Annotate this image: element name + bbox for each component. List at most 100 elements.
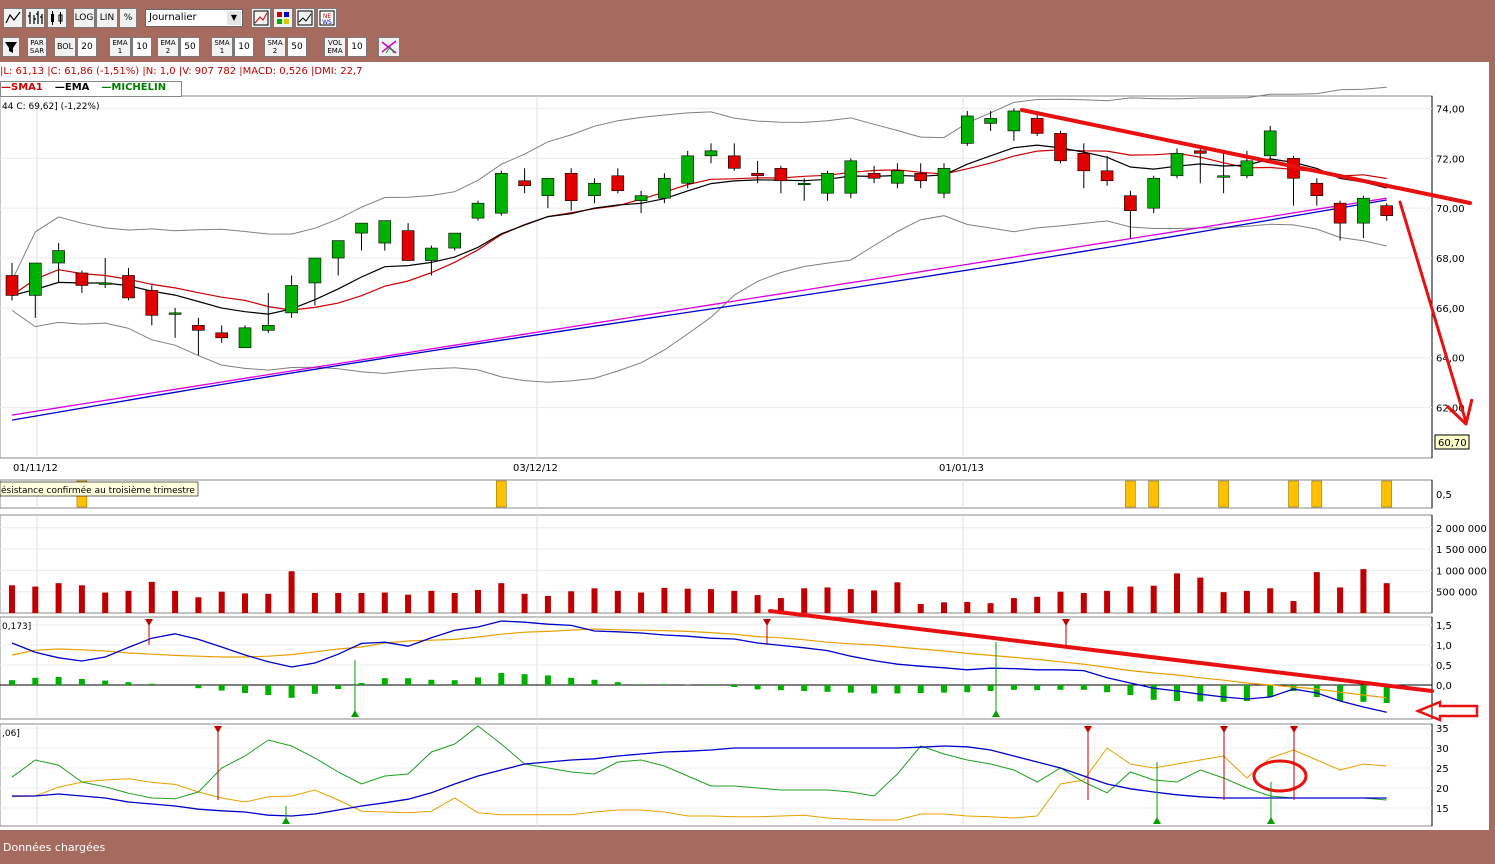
volume-bar — [638, 592, 645, 613]
sma2-period-input[interactable]: 50 — [287, 37, 307, 57]
candle-body — [425, 247, 438, 261]
macd-histogram-bar — [102, 680, 109, 685]
events-frame — [0, 479, 1433, 509]
status-text: Données chargées — [3, 841, 106, 854]
macd-histogram-bar — [1360, 685, 1367, 702]
compare-chart-icon[interactable] — [295, 8, 315, 28]
bar-ohlc-icon[interactable] — [25, 8, 45, 28]
macd-tick-label: 1,5 — [1436, 621, 1452, 632]
volume-bar — [1127, 586, 1134, 613]
macd-histogram-bar — [335, 685, 342, 689]
candle-body — [634, 195, 648, 201]
news-icon[interactable]: NE WS — [317, 8, 337, 28]
candlestick-icon[interactable] — [47, 8, 67, 28]
legend-sma[interactable]: —SMA1 — [1, 82, 49, 93]
sma1-period-input[interactable]: 10 — [234, 37, 254, 57]
bol-button[interactable]: BOL — [54, 37, 76, 57]
date-tick-label: 01/11/12 — [13, 463, 58, 474]
funnel-icon[interactable] — [2, 37, 20, 57]
volume-bar — [1243, 590, 1250, 613]
ema1-period-input[interactable]: 10 — [132, 37, 152, 57]
event-note: ésistance confirmée au troisième trimest… — [1, 485, 195, 496]
macd-histogram-bar — [218, 685, 225, 691]
color-grid-icon[interactable] — [273, 8, 293, 28]
legend-michelin[interactable]: —MICHELIN — [101, 82, 172, 93]
candle-body — [75, 272, 89, 286]
candle-body — [238, 327, 252, 349]
period-select[interactable]: Journalier ▼ — [145, 9, 243, 27]
volume-bar — [1313, 572, 1320, 613]
chart-canvas[interactable]: 62,0064,0066,0068,0070,0072,0074,0001/11… — [0, 62, 1489, 830]
sma1-button[interactable]: SMA 1 — [211, 37, 233, 57]
volume-bar — [568, 591, 575, 613]
macd-histogram-bar — [801, 685, 808, 691]
volume-frame — [0, 514, 1433, 614]
volume-bar — [1267, 588, 1274, 613]
macd-histogram-bar — [754, 685, 761, 690]
legend-ema[interactable]: —EMA — [55, 82, 96, 93]
macd-histogram-bar — [1080, 685, 1087, 690]
chevron-down-icon[interactable]: ▼ — [227, 11, 241, 25]
volume-bar — [894, 582, 901, 613]
macd-histogram-bar — [871, 685, 878, 694]
candle-body — [1030, 118, 1044, 134]
macd-histogram-bar — [1197, 685, 1204, 702]
line-chart-icon[interactable] — [3, 8, 23, 28]
candle-body — [145, 290, 159, 316]
dmi-caption: ,06] — [2, 729, 20, 739]
volume-bar — [871, 590, 878, 613]
candle-body — [355, 222, 368, 234]
candle-body — [891, 170, 904, 184]
crossing-lines-icon[interactable] — [378, 37, 400, 57]
macd-histogram-bar — [125, 682, 132, 685]
macd-histogram-bar — [311, 685, 318, 694]
percent-scale-button[interactable]: % — [119, 8, 137, 28]
macd-histogram-bar — [195, 685, 202, 689]
bol-period-input[interactable]: 20 — [77, 37, 97, 57]
volume-bar — [125, 590, 132, 613]
volume-bar — [475, 589, 481, 613]
candle-body — [1194, 150, 1207, 154]
volume-bar — [242, 593, 248, 613]
candle-body — [588, 182, 601, 197]
par-sar-button[interactable]: PAR SAR — [27, 37, 47, 57]
event-marker — [495, 480, 507, 508]
candle-body — [611, 175, 625, 192]
volume-bar — [824, 587, 831, 613]
volume-tick-label: 1 500 000 — [1436, 545, 1487, 556]
candle-body — [192, 325, 205, 331]
candle-body — [797, 182, 811, 186]
log-scale-button[interactable]: LOG — [73, 8, 95, 28]
vol-ema-button[interactable]: VOL EMA — [324, 37, 346, 57]
ema2-button[interactable]: EMA 2 — [157, 37, 179, 57]
dmi-tick-label: 20 — [1436, 784, 1449, 795]
volume-bar — [172, 590, 179, 613]
volume-bar — [614, 590, 621, 613]
volume-bar — [964, 601, 971, 613]
vol-ema-period-input[interactable]: 10 — [347, 37, 367, 57]
macd-histogram-bar — [964, 685, 971, 693]
macd-histogram-bar — [265, 685, 272, 695]
volume-bar — [451, 592, 458, 613]
main-toolbar: LOG LIN % Journalier ▼ NE WS — [0, 0, 1495, 34]
status-bar: Données chargées — [0, 834, 1495, 862]
candle-body — [1333, 202, 1347, 224]
candle-body — [1217, 175, 1230, 178]
candle-body — [1124, 195, 1137, 211]
macd-tick-label: 1,0 — [1436, 641, 1452, 652]
sma2-button[interactable]: SMA 2 — [264, 37, 286, 57]
price-tick-label: 70,00 — [1436, 204, 1465, 215]
volume-bar — [1174, 573, 1180, 613]
lin-scale-button[interactable]: LIN — [96, 8, 118, 28]
candle-body — [261, 325, 275, 331]
volume-bar — [428, 590, 435, 613]
chart-zoom-icon[interactable] — [251, 8, 271, 28]
ema1-button[interactable]: EMA 1 — [109, 37, 131, 57]
candle-body — [1380, 205, 1393, 216]
candle-body — [704, 150, 718, 157]
macd-histogram-bar — [661, 684, 668, 685]
ema2-period-input[interactable]: 50 — [180, 37, 200, 57]
candle-body — [5, 275, 19, 296]
macd-histogram-bar — [1220, 685, 1227, 702]
chart-area[interactable]: 62,00 64,00 66,00 68,00 70,00 72,00 74,00 01/11… — [0, 62, 1489, 830]
